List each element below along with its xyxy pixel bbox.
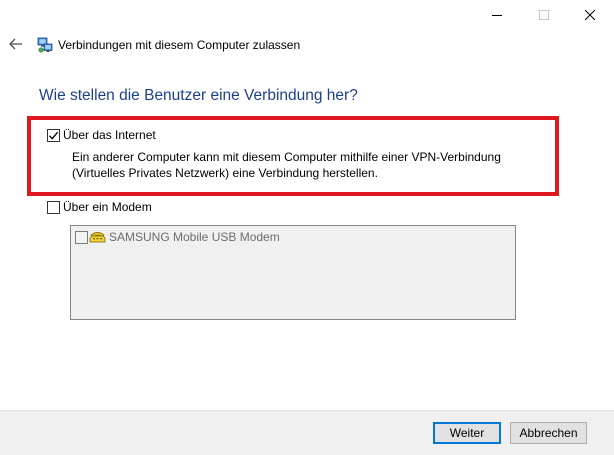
- close-icon: [585, 10, 595, 20]
- next-button[interactable]: Weiter: [433, 422, 501, 444]
- maximize-button[interactable]: [521, 0, 567, 30]
- close-button[interactable]: [567, 0, 613, 30]
- minimize-button[interactable]: [474, 0, 520, 30]
- checkmark-icon: [49, 131, 59, 140]
- description-line-1: Ein anderer Computer kann mit diesem Com…: [72, 150, 501, 164]
- cancel-button[interactable]: Abbrechen: [510, 422, 587, 444]
- back-button[interactable]: [8, 36, 24, 52]
- modem-icon: [89, 229, 106, 244]
- modem-checkbox[interactable]: [47, 201, 60, 214]
- internet-option-label[interactable]: Über das Internet: [63, 128, 156, 142]
- window-title: Verbindungen mit diesem Computer zulasse…: [58, 38, 301, 52]
- minimize-icon: [492, 15, 502, 16]
- device-label[interactable]: SAMSUNG Mobile USB Modem: [109, 230, 280, 244]
- network-connections-icon: [37, 37, 53, 53]
- device-checkbox[interactable]: [75, 231, 88, 244]
- internet-checkbox[interactable]: [47, 129, 60, 142]
- back-arrow-icon: [9, 38, 22, 50]
- description-line-2: (Virtuelles Privates Netzwerk) eine Verb…: [72, 165, 378, 180]
- page-heading: Wie stellen die Benutzer eine Verbindung…: [39, 87, 358, 104]
- maximize-icon: [539, 10, 549, 20]
- modem-option-label[interactable]: Über ein Modem: [63, 200, 152, 214]
- internet-option-description: Ein anderer Computer kann mit diesem Com…: [72, 150, 542, 181]
